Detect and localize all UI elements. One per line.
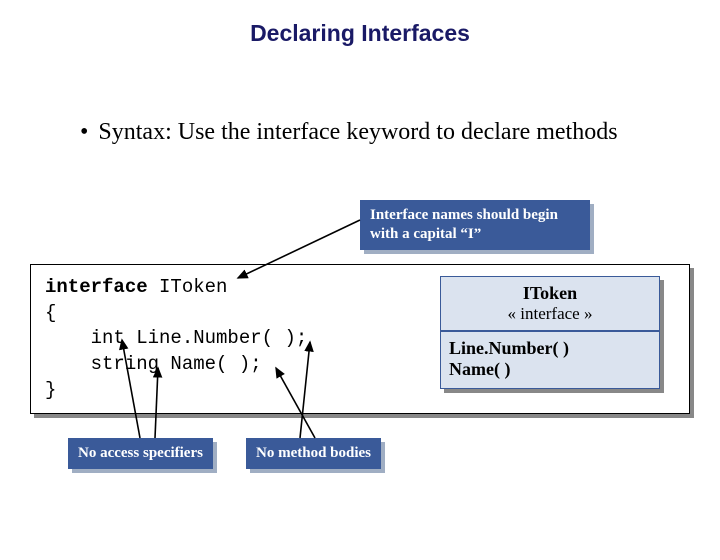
- bullet-item: • Syntax: Use the interface keyword to d…: [80, 117, 660, 147]
- callout-naming: Interface names should begin with a capi…: [360, 200, 590, 250]
- uml-name: IToken: [445, 283, 655, 304]
- callout-no-access: No access specifiers: [68, 438, 213, 469]
- slide-title: Declaring Interfaces: [0, 20, 720, 47]
- uml-methods: Line.Number( ) Name( ): [441, 332, 659, 388]
- bullet-marker: •: [80, 119, 88, 147]
- uml-stereotype: « interface »: [445, 304, 655, 324]
- uml-header: IToken « interface »: [441, 277, 659, 332]
- uml-box: IToken « interface » Line.Number( ) Name…: [440, 276, 660, 389]
- keyword-interface: interface: [45, 276, 148, 298]
- uml-method-2: Name( ): [449, 359, 651, 380]
- callout-no-bodies: No method bodies: [246, 438, 381, 469]
- bullet-text: Syntax: Use the interface keyword to dec…: [98, 117, 660, 147]
- uml-method-1: Line.Number( ): [449, 338, 651, 359]
